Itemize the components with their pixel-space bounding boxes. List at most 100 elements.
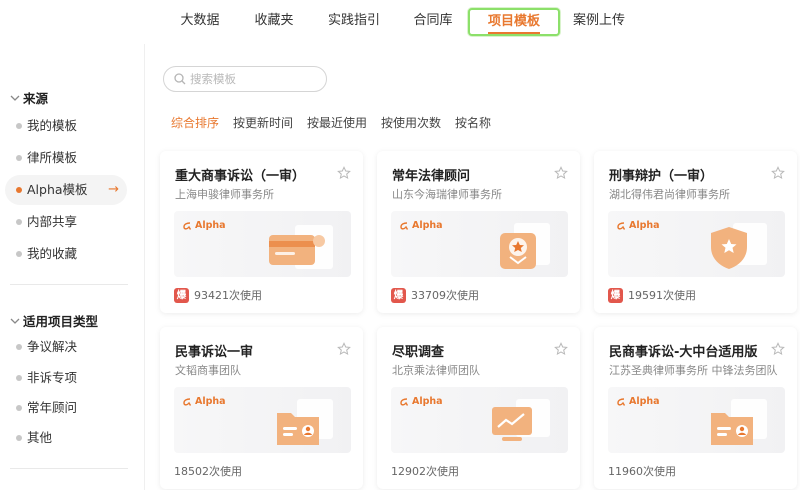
bullet-dot xyxy=(16,251,22,257)
template-card[interactable]: 常年法律顾问 山东今海瑞律师事务所 Alpha 爆 33709次使用 xyxy=(377,151,580,313)
card-title: 重大商事诉讼（一审） xyxy=(175,169,306,184)
star-icon[interactable] xyxy=(554,342,568,356)
sidebar-item-firm-templates[interactable]: 律所模板 xyxy=(5,143,127,173)
card-title: 尽职调查 xyxy=(392,345,445,360)
sidebar-item-non-litigation[interactable]: 非诉专项 xyxy=(5,363,127,393)
template-card[interactable]: 民事诉讼一审 文韬商事团队 Alpha 18502次使用 xyxy=(160,327,363,489)
sidebar-item-label: 我的收藏 xyxy=(27,246,78,261)
bullet-dot xyxy=(16,155,22,161)
card-footer: 爆 33709次使用 xyxy=(391,287,479,303)
alpha-logo: Alpha xyxy=(399,220,443,231)
source-section-title[interactable]: 来源 xyxy=(10,88,48,107)
card-organization: 上海申骏律师事务所 xyxy=(175,188,274,201)
bullet-dot xyxy=(16,344,22,350)
sidebar-item-my-favorites[interactable]: 我的收藏 xyxy=(5,239,127,269)
card-footer: 爆 93421次使用 xyxy=(174,287,262,303)
sidebar-item-internal-share[interactable]: 内部共享 xyxy=(5,207,127,237)
card-title: 刑事辩护（一审） xyxy=(609,169,714,184)
bullet-dot xyxy=(16,123,22,129)
card-banner: Alpha xyxy=(391,387,568,453)
sidebar-item-label: 我的模板 xyxy=(27,118,78,133)
alpha-label: Alpha xyxy=(629,220,660,231)
sidebar-item-retainer[interactable]: 常年顾问 xyxy=(5,393,127,423)
search-box[interactable] xyxy=(163,66,327,92)
hot-badge: 爆 xyxy=(391,287,406,303)
card-title: 民事诉讼一审 xyxy=(175,345,254,360)
bullet-dot xyxy=(16,187,22,193)
alpha-label: Alpha xyxy=(412,220,443,231)
sort-update-time[interactable]: 按更新时间 xyxy=(233,114,293,131)
alpha-label: Alpha xyxy=(629,396,660,407)
use-count: 93421次使用 xyxy=(194,289,262,302)
sort-use-count[interactable]: 按使用次数 xyxy=(381,114,441,131)
tab-big-data[interactable]: 大数据 xyxy=(172,8,228,34)
card-banner: Alpha xyxy=(608,211,785,277)
sidebar-border xyxy=(144,44,145,490)
folder-user-icon xyxy=(277,399,333,445)
sidebar-divider xyxy=(10,284,128,285)
alpha-icon xyxy=(400,397,409,406)
chevron-down-icon xyxy=(10,318,20,324)
folder-user-icon xyxy=(711,399,767,445)
alpha-label: Alpha xyxy=(412,396,443,407)
sidebar-item-label: 律所模板 xyxy=(27,150,78,165)
tab-case-upload[interactable]: 案例上传 xyxy=(567,8,631,34)
tab-contract-library[interactable]: 合同库 xyxy=(405,8,461,34)
sort-recent-use[interactable]: 按最近使用 xyxy=(307,114,367,131)
use-count: 11960次使用 xyxy=(608,465,676,478)
star-icon[interactable] xyxy=(337,166,351,180)
bullet-dot xyxy=(16,375,22,381)
project-type-section-title[interactable]: 适用项目类型 xyxy=(10,311,98,330)
sort-comprehensive[interactable]: 综合排序 xyxy=(171,114,219,131)
alpha-icon xyxy=(617,221,626,230)
sidebar-item-dispute[interactable]: 争议解决 xyxy=(5,332,127,362)
tab-favorites[interactable]: 收藏夹 xyxy=(246,8,302,34)
use-count: 33709次使用 xyxy=(411,289,479,302)
card-title: 常年法律顾问 xyxy=(392,169,471,184)
sidebar: 来源 我的模板 律所模板 Alpha模板 → 内部共享 我的收藏 适用项目类型 … xyxy=(0,44,145,490)
alpha-icon xyxy=(617,397,626,406)
card-banner: Alpha xyxy=(174,211,351,277)
tab-practice-guide[interactable]: 实践指引 xyxy=(322,8,386,34)
card-organization: 文韬商事团队 xyxy=(175,364,241,377)
sidebar-item-other[interactable]: 其他 xyxy=(5,423,127,453)
star-icon[interactable] xyxy=(554,166,568,180)
card-organization: 湖北得伟君尚律师事务所 xyxy=(609,188,730,201)
alpha-logo: Alpha xyxy=(616,396,660,407)
template-card[interactable]: 刑事辩护（一审） 湖北得伟君尚律师事务所 Alpha 爆 19591次使用 xyxy=(594,151,797,313)
chevron-down-icon xyxy=(10,95,20,101)
alpha-logo: Alpha xyxy=(182,220,226,231)
sidebar-item-label: Alpha模板 xyxy=(27,182,88,197)
alpha-logo: Alpha xyxy=(616,220,660,231)
card-organization: 北京乘法律师团队 xyxy=(392,364,480,377)
template-card[interactable]: 尽职调查 北京乘法律师团队 Alpha 12902次使用 xyxy=(377,327,580,489)
tab-project-templates[interactable]: 项目模板 xyxy=(468,8,560,36)
monitor-chart-icon xyxy=(492,399,550,441)
sidebar-item-alpha-templates[interactable]: Alpha模板 → xyxy=(5,175,127,205)
card-banner: Alpha xyxy=(391,211,568,277)
alpha-logo: Alpha xyxy=(182,396,226,407)
star-icon[interactable] xyxy=(771,342,785,356)
hot-badge: 爆 xyxy=(174,287,189,303)
source-section-label: 来源 xyxy=(23,91,49,106)
active-tab-underline xyxy=(488,32,540,34)
template-card[interactable]: 民商事诉讼-大中台适用版 江苏圣典律师事务所 中锋法务团队 Alpha 1196… xyxy=(594,327,797,489)
card-footer: 12902次使用 xyxy=(391,463,459,479)
alpha-logo: Alpha xyxy=(399,396,443,407)
star-icon[interactable] xyxy=(771,166,785,180)
sidebar-item-label: 非诉专项 xyxy=(27,370,78,385)
sidebar-item-label: 常年顾问 xyxy=(27,400,78,415)
template-card[interactable]: 重大商事诉讼（一审） 上海申骏律师事务所 Alpha 爆 93421次使用 xyxy=(160,151,363,313)
card-footer: 18502次使用 xyxy=(174,463,242,479)
use-count: 18502次使用 xyxy=(174,465,242,478)
sort-name[interactable]: 按名称 xyxy=(455,114,491,131)
alpha-label: Alpha xyxy=(195,396,226,407)
sidebar-item-label: 内部共享 xyxy=(27,214,78,229)
alpha-label: Alpha xyxy=(195,220,226,231)
star-icon[interactable] xyxy=(337,342,351,356)
bullet-dot xyxy=(16,435,22,441)
search-input[interactable] xyxy=(188,69,324,89)
card-icon xyxy=(269,225,333,269)
sidebar-item-my-templates[interactable]: 我的模板 xyxy=(5,111,127,141)
sidebar-divider xyxy=(10,468,128,469)
